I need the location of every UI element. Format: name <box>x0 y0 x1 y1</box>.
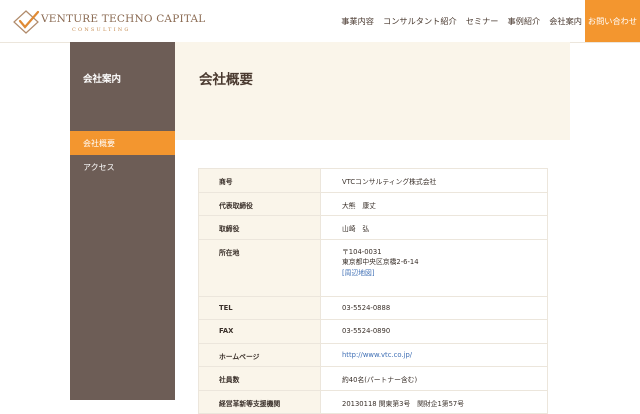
map-link[interactable]: [周辺地図] <box>342 268 547 279</box>
row-label: TEL <box>198 296 321 320</box>
nav-item-company[interactable]: 会社案内 <box>549 15 582 27</box>
table-row: 取締役 山崎 弘 <box>198 215 548 240</box>
main-nav: 事業内容 コンサルタント紹介 セミナー 事例紹介 会社案内 <box>332 0 582 42</box>
nav-item-seminar[interactable]: セミナー <box>466 15 499 27</box>
company-info-table: 商号 VTCコンサルティング株式会社 代表取締役 大熊 康丈 取締役 山崎 弘 … <box>198 168 548 414</box>
sidebar-item-label: 会社概要 <box>83 138 115 148</box>
sidebar-title: 会社案内 <box>83 74 122 85</box>
row-value: 03-5524-0888 <box>320 296 548 320</box>
homepage-cell: http://www.vtc.co.jp/ <box>320 343 548 367</box>
postal-code: 〒104-0031 <box>342 247 382 256</box>
row-label: ホームページ <box>198 343 321 367</box>
table-row: TEL 03-5524-0888 <box>198 296 548 320</box>
table-row: ホームページ http://www.vtc.co.jp/ <box>198 343 548 367</box>
row-label: 経営革新等支援機関 <box>198 390 321 414</box>
brand-name: Venture Techno Capital <box>41 13 206 25</box>
diamond-checkmark-logo-icon <box>13 10 40 34</box>
table-row: 経営革新等支援機関 20130118 関東第3号 関財企1第57号 <box>198 390 548 414</box>
row-label: FAX <box>198 319 321 344</box>
row-value: 20130118 関東第3号 関財企1第57号 <box>320 390 548 414</box>
page-title: 会社概要 <box>199 72 253 88</box>
row-label: 社員数 <box>198 366 321 391</box>
nav-item-consultants[interactable]: コンサルタント紹介 <box>383 15 457 27</box>
sidebar-item-label: アクセス <box>83 162 115 172</box>
address-cell: 〒104-0031 東京都中央区京橋2-6-14 [周辺地図] <box>320 239 548 297</box>
sidebar-item-overview[interactable]: 会社概要 <box>70 131 175 155</box>
brand-subtitle: CONSULTING <box>72 27 131 33</box>
contact-button[interactable]: お問い合わせ <box>585 0 640 42</box>
sidebar: 会社案内 会社概要 アクセス <box>70 42 175 400</box>
row-label: 取締役 <box>198 215 321 240</box>
row-label: 代表取締役 <box>198 192 321 216</box>
table-row: 所在地 〒104-0031 東京都中央区京橋2-6-14 [周辺地図] <box>198 239 548 297</box>
row-value: 03-5524-0890 <box>320 319 548 344</box>
sidebar-item-access[interactable]: アクセス <box>70 155 175 179</box>
street-address: 東京都中央区京橋2-6-14 <box>342 258 419 266</box>
table-row: 代表取締役 大熊 康丈 <box>198 192 548 216</box>
row-label: 商号 <box>198 168 321 193</box>
site-header: Venture Techno Capital CONSULTING 事業内容 コ… <box>0 0 640 43</box>
row-value: 約40名(パートナー含む) <box>320 366 548 391</box>
site-logo[interactable]: Venture Techno Capital CONSULTING <box>12 8 205 36</box>
table-row: 商号 VTCコンサルティング株式会社 <box>198 168 548 193</box>
nav-item-business[interactable]: 事業内容 <box>341 15 374 27</box>
homepage-link[interactable]: http://www.vtc.co.jp/ <box>342 351 412 359</box>
title-band: 会社概要 <box>175 42 570 140</box>
row-label: 所在地 <box>198 239 321 297</box>
row-value: VTCコンサルティング株式会社 <box>320 168 548 193</box>
table-row: FAX 03-5524-0890 <box>198 319 548 344</box>
row-value: 大熊 康丈 <box>320 192 548 216</box>
nav-item-cases[interactable]: 事例紹介 <box>507 15 540 27</box>
table-row: 社員数 約40名(パートナー含む) <box>198 366 548 391</box>
row-value: 山崎 弘 <box>320 215 548 240</box>
